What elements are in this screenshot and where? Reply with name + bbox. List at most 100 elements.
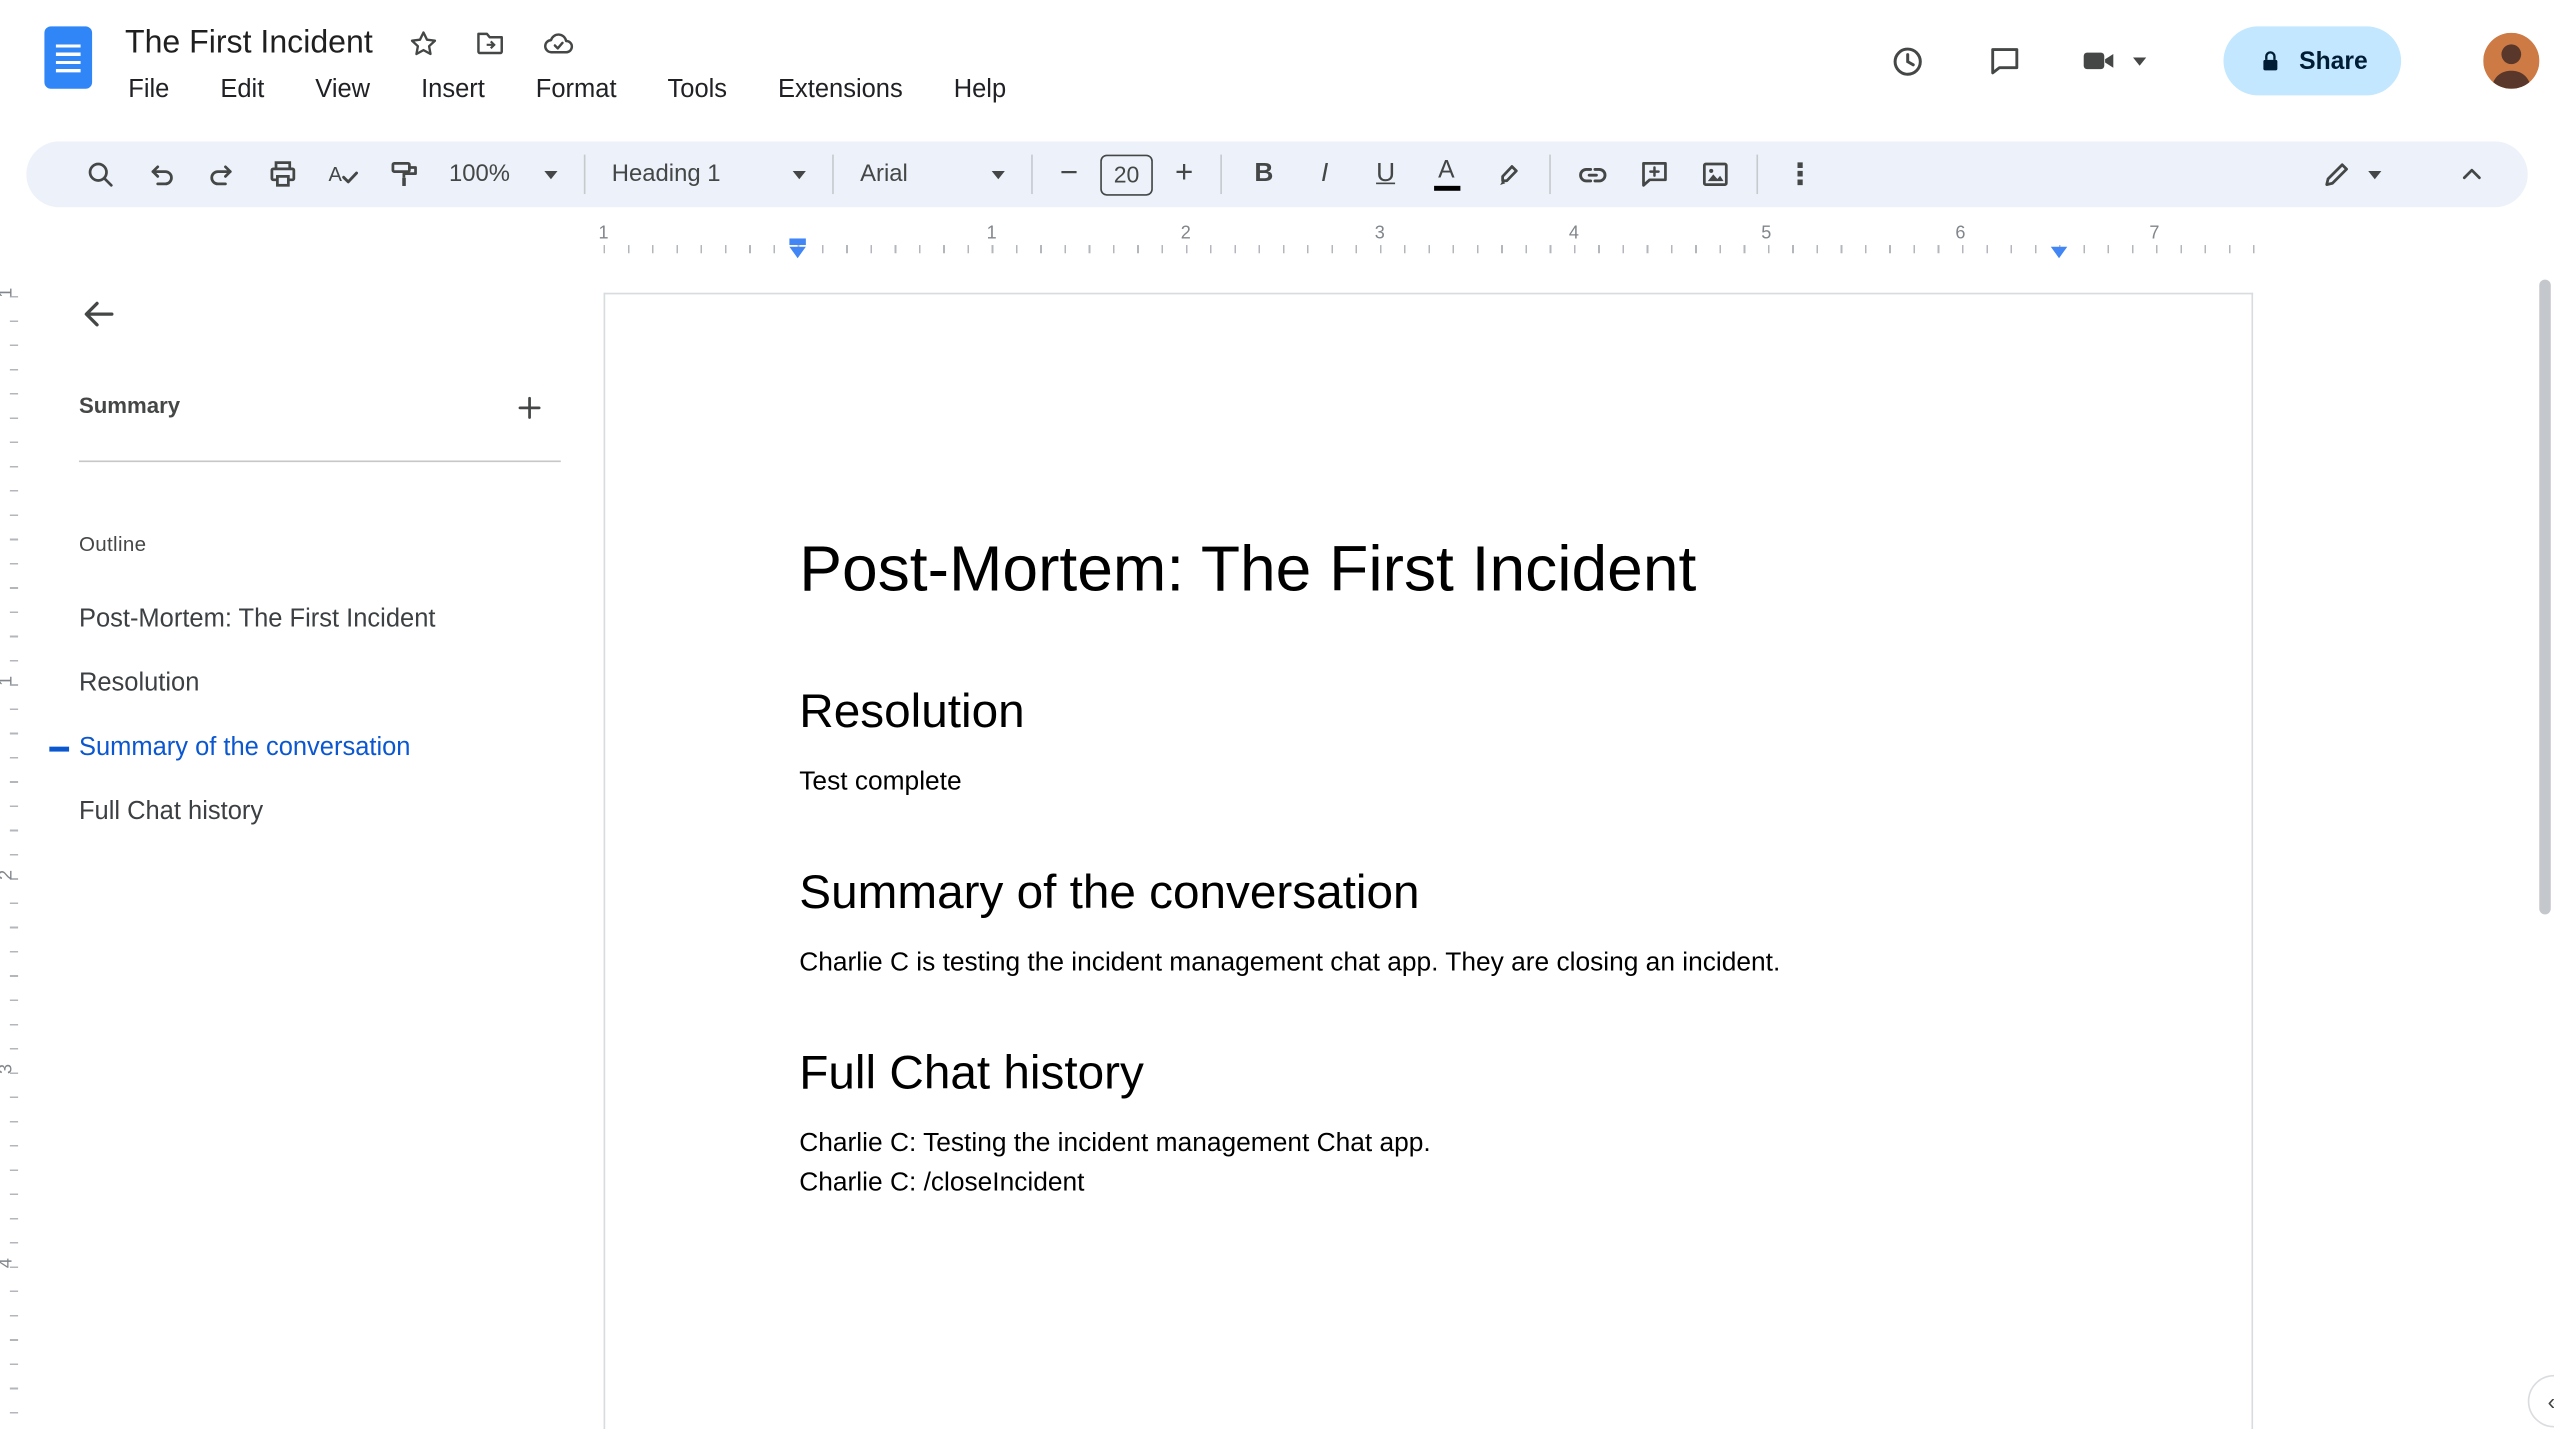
menu-view[interactable]: View [312, 71, 373, 110]
menu-file[interactable]: File [125, 71, 173, 110]
ruler-number: 1 [0, 676, 17, 686]
sidebar-divider [78, 460, 561, 463]
star-icon[interactable] [407, 27, 438, 58]
outline-item-resolution[interactable]: Resolution [79, 651, 553, 715]
outline-item-label: Full Chat history [78, 796, 264, 825]
share-button[interactable]: Share [2223, 26, 2401, 96]
menu-format[interactable]: Format [533, 71, 620, 110]
move-folder-icon[interactable] [473, 26, 506, 59]
style-caret-icon [792, 170, 806, 179]
active-dash [49, 746, 70, 751]
decrease-font-size-button[interactable]: − [1044, 146, 1093, 202]
video-call-button[interactable] [2079, 28, 2147, 94]
paint-format-icon[interactable] [373, 146, 434, 202]
font-value: Arial [860, 161, 908, 188]
toolbar: A 100% Heading 1 Arial − 20 + B I U A ⋮ [26, 141, 2528, 208]
title-row: The First Incident [125, 18, 575, 67]
text-color-letter: A [1438, 156, 1455, 185]
add-summary-icon[interactable] [507, 385, 553, 431]
menu-edit[interactable]: Edit [217, 71, 268, 110]
zoom-caret-icon [544, 170, 558, 179]
close-outline-icon[interactable] [74, 289, 123, 338]
outline-item-label: Summary of the conversation [78, 732, 411, 761]
docs-logo-icon[interactable] [44, 26, 93, 89]
text-color-button[interactable]: A [1416, 146, 1477, 202]
document-title[interactable]: The First Incident [125, 24, 373, 62]
right-indent-marker[interactable] [2050, 238, 2068, 259]
ruler-number: 6 [1955, 223, 1966, 244]
insert-image-icon[interactable] [1684, 146, 1745, 202]
ruler-number: 4 [0, 1258, 17, 1268]
font-size-input[interactable]: 20 [1100, 153, 1153, 195]
ruler-number: 2 [1180, 223, 1191, 244]
ruler-number: 3 [1374, 223, 1385, 244]
version-history-icon[interactable] [1873, 28, 1939, 94]
left-indent-marker[interactable] [789, 238, 806, 259]
comments-icon[interactable] [1972, 28, 2038, 94]
document-page[interactable]: Post-Mortem: The First Incident Resoluti… [603, 292, 2254, 1429]
horizontal-ruler[interactable]: 1 1 2 3 4 5 6 7 [0, 224, 2554, 260]
svg-text:A: A [329, 163, 343, 185]
share-label: Share [2299, 46, 2368, 75]
ruler-number: 2 [0, 870, 17, 880]
bold-button[interactable]: B [1233, 146, 1294, 202]
italic-button[interactable]: I [1294, 146, 1355, 202]
doc-heading-summary[interactable]: Summary of the conversation [799, 863, 2057, 922]
toolbar-divider [1756, 154, 1759, 195]
collapse-toolbar-icon[interactable] [2441, 146, 2502, 202]
underline-button[interactable]: U [1355, 146, 1416, 202]
outline-item-summary[interactable]: Summary of the conversation [49, 715, 553, 779]
toolbar-divider [832, 154, 834, 195]
print-icon[interactable] [252, 146, 313, 202]
undo-icon[interactable] [130, 146, 191, 202]
editing-mode-select[interactable] [2321, 158, 2382, 191]
increase-font-size-button[interactable]: + [1159, 146, 1208, 202]
cloud-status-icon[interactable] [540, 25, 575, 60]
font-select[interactable]: Arial [845, 148, 1019, 201]
text-color-bar [1433, 185, 1460, 191]
ruler-number: 5 [1761, 223, 1772, 244]
font-caret-icon [991, 170, 1005, 179]
highlight-color-icon[interactable] [1477, 146, 1538, 202]
paragraph-style-value: Heading 1 [611, 161, 721, 188]
video-call-caret-icon[interactable] [2133, 56, 2147, 65]
menu-bar: File Edit View Insert Format Tools Exten… [125, 71, 1009, 110]
menu-insert[interactable]: Insert [418, 71, 488, 110]
spell-check-icon[interactable]: A [312, 146, 373, 202]
doc-paragraph[interactable]: Charlie C: /closeIncident [799, 1164, 2057, 1203]
more-options-button[interactable]: ⋮ [1770, 146, 1831, 202]
paragraph-style-select[interactable]: Heading 1 [597, 148, 821, 201]
toolbar-divider [1031, 154, 1033, 195]
editing-mode-caret-icon [2368, 170, 2382, 179]
menu-help[interactable]: Help [950, 71, 1009, 110]
redo-icon[interactable] [191, 146, 252, 202]
doc-paragraph[interactable]: Test complete [799, 763, 2057, 802]
outline-item-full-chat[interactable]: Full Chat history [79, 780, 553, 844]
doc-heading-title[interactable]: Post-Mortem: The First Incident [799, 531, 2057, 610]
account-avatar[interactable] [2483, 32, 2540, 89]
summary-label: Summary [78, 393, 181, 418]
add-comment-icon[interactable] [1623, 146, 1684, 202]
outline-item-post-mortem[interactable]: Post-Mortem: The First Incident [79, 587, 553, 651]
outline-item-label: Post-Mortem: The First Incident [78, 604, 436, 633]
docs-logo-lines [55, 43, 81, 72]
video-call-icon [2079, 41, 2118, 80]
google-docs-app: The First Incident File Edit View Insert… [0, 0, 2554, 1429]
zoom-value: 100% [448, 161, 510, 188]
scroll-collapse-button[interactable]: « [2527, 1374, 2554, 1428]
doc-paragraph[interactable]: Charlie C is testing the incident manage… [799, 944, 2057, 983]
ruler-number: 1 [598, 223, 609, 244]
doc-heading-full-chat[interactable]: Full Chat history [799, 1044, 2057, 1103]
search-icon[interactable] [69, 146, 130, 202]
menu-extensions[interactable]: Extensions [775, 71, 906, 110]
doc-heading-resolution[interactable]: Resolution [799, 683, 2057, 742]
menu-tools[interactable]: Tools [664, 71, 730, 110]
ruler-number: 1 [986, 223, 997, 244]
vertical-scrollbar[interactable] [2539, 279, 2551, 915]
doc-paragraph[interactable]: Charlie C: Testing the incident manageme… [799, 1125, 2057, 1164]
insert-link-icon[interactable] [1562, 146, 1623, 202]
toolbar-divider [1549, 154, 1551, 195]
ruler-number: 3 [0, 1064, 17, 1074]
zoom-select[interactable]: 100% [434, 148, 572, 201]
vertical-ruler[interactable]: 1 1 2 3 4 [0, 263, 26, 1429]
